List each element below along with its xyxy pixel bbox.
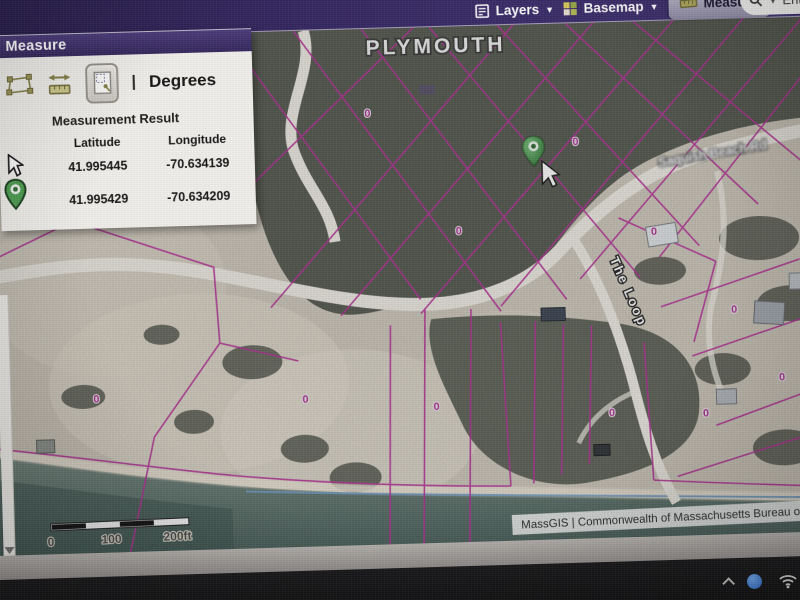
wifi-icon[interactable]: [778, 573, 798, 589]
search-caret-icon[interactable]: ▼: [768, 0, 777, 6]
longitude-value-row2: -70.634209: [153, 188, 245, 205]
chevron-down-icon: ▼: [650, 2, 659, 11]
cursor-icon: [5, 154, 24, 178]
distance-measure-icon[interactable]: [46, 72, 73, 97]
chevron-up-icon[interactable]: [722, 577, 735, 590]
units-selector[interactable]: Degrees: [149, 70, 217, 92]
longitude-column-header: Longitude: [151, 131, 243, 148]
point-location-measure-icon: [92, 70, 113, 97]
latitude-value-row2: 41.995429: [53, 191, 145, 208]
layers-menu[interactable]: Layers ▼: [474, 0, 554, 22]
basemap-menu[interactable]: Basemap ▼: [562, 0, 659, 19]
area-measure-icon[interactable]: [5, 73, 34, 98]
measurement-result-title: Measurement Result: [26, 109, 204, 129]
latitude-value-row1: 41.995445: [52, 158, 144, 175]
measure-panel: Measure: [0, 28, 257, 231]
layers-label: Layers: [495, 2, 539, 18]
search-text: Ent: [782, 0, 800, 7]
chevron-down-icon: ▼: [545, 5, 554, 14]
measure-ruler-icon: [679, 0, 697, 10]
latitude-column-header: Latitude: [51, 134, 143, 151]
location-pin-icon: [3, 177, 28, 212]
screen-photo: 0 0 0 0 0 0 0 0 0 0 0 PLYMOUTH Saquish B…: [0, 0, 800, 600]
basemap-label: Basemap: [583, 0, 643, 15]
layers-icon: [474, 3, 489, 18]
scroll-down-arrow-icon[interactable]: [4, 547, 14, 554]
browser-screen: 0 0 0 0 0 0 0 0 0 0 0 PLYMOUTH Saquish B…: [0, 0, 800, 578]
taskbar-blue-icon[interactable]: [747, 574, 762, 589]
point-location-measure-button[interactable]: [85, 63, 119, 104]
longitude-value-row1: -70.634139: [152, 155, 244, 172]
panel-divider: |: [131, 73, 136, 91]
basemap-grid-icon: [562, 0, 577, 15]
search-input[interactable]: ▼ Ent: [740, 0, 800, 15]
search-icon: [748, 0, 763, 8]
